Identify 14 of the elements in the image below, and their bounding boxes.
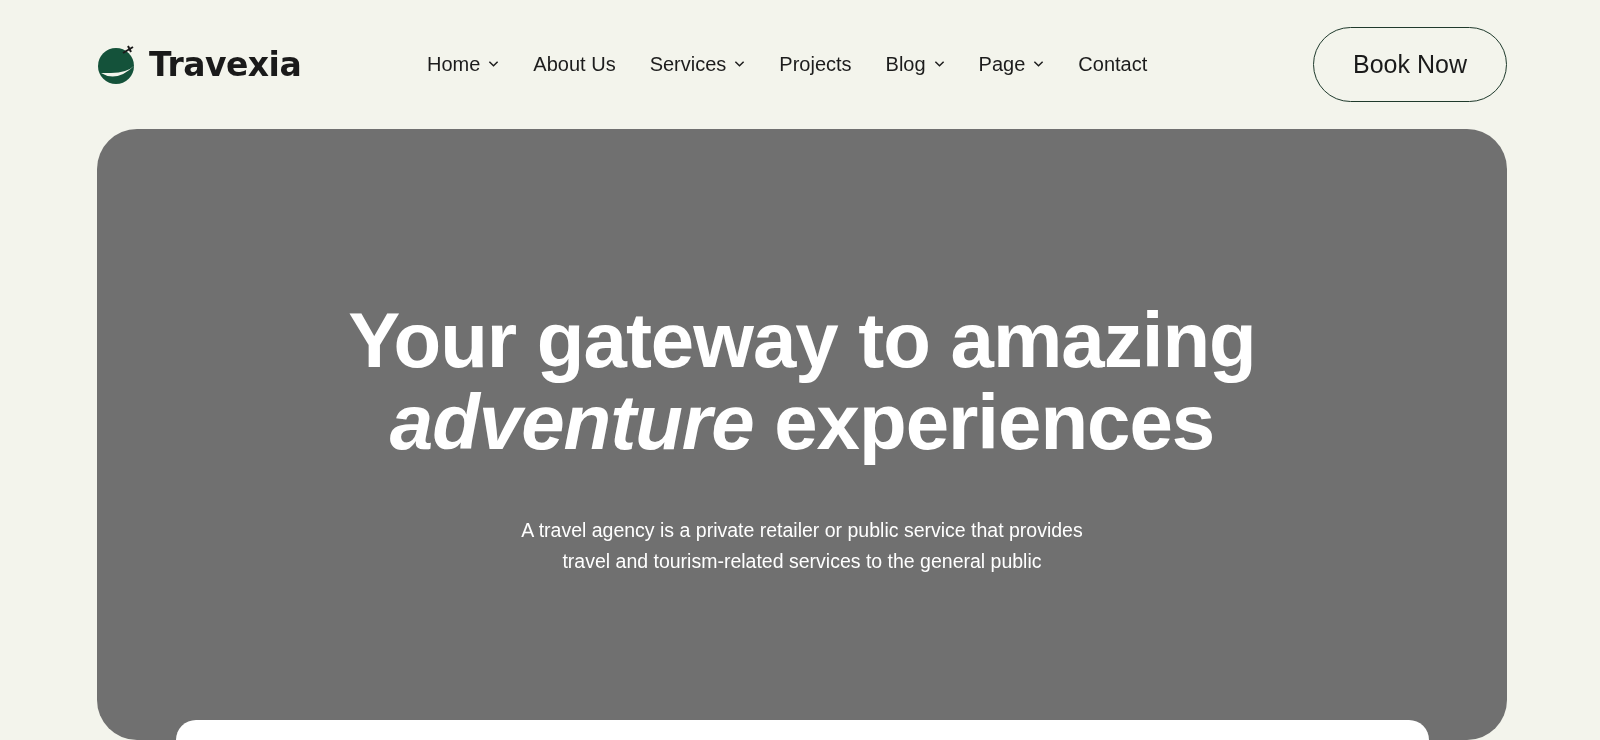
caret-icon [1033,60,1045,68]
logo-text[interactable]: Travexia [149,44,302,84]
nav-link[interactable]: Home [427,52,500,76]
hero-heading: Your gateway to amazing adventure experiences [347,299,1257,463]
caret-icon [933,60,945,68]
nav-link[interactable]: About Us [533,52,616,76]
nav-link[interactable]: Contact [1078,52,1148,76]
nav-link[interactable]: Services [649,52,746,76]
caret-icon [488,60,500,68]
nav-link[interactable]: Blog [885,52,945,76]
nav-link[interactable]: Page [978,52,1045,76]
nav-link[interactable]: Projects [779,52,852,76]
caret-icon [734,60,746,68]
hero-description: A travel agency is a private retailer or public service that provides travel and tourism-related services to the general public [520,518,1084,574]
